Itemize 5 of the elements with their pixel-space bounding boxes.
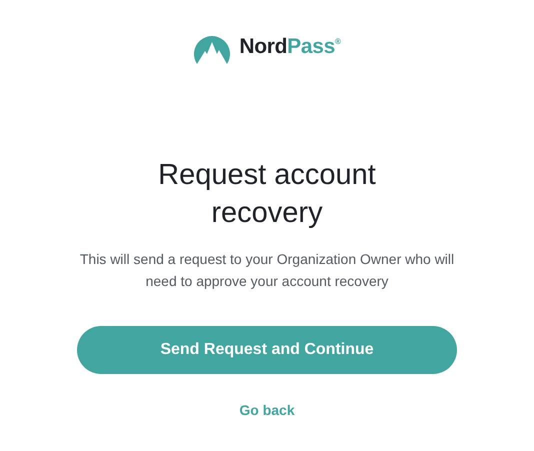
- go-back-link[interactable]: Go back: [239, 400, 295, 421]
- page-title: Request account recovery: [157, 158, 377, 231]
- brand-name: NordPass$^{®}$: [239, 34, 341, 60]
- description-text: This will send a request to your Organization Owner who will need to approve your account recovery: [78, 250, 456, 291]
- send-request-button[interactable]: Send Request and Continue: [77, 326, 457, 374]
